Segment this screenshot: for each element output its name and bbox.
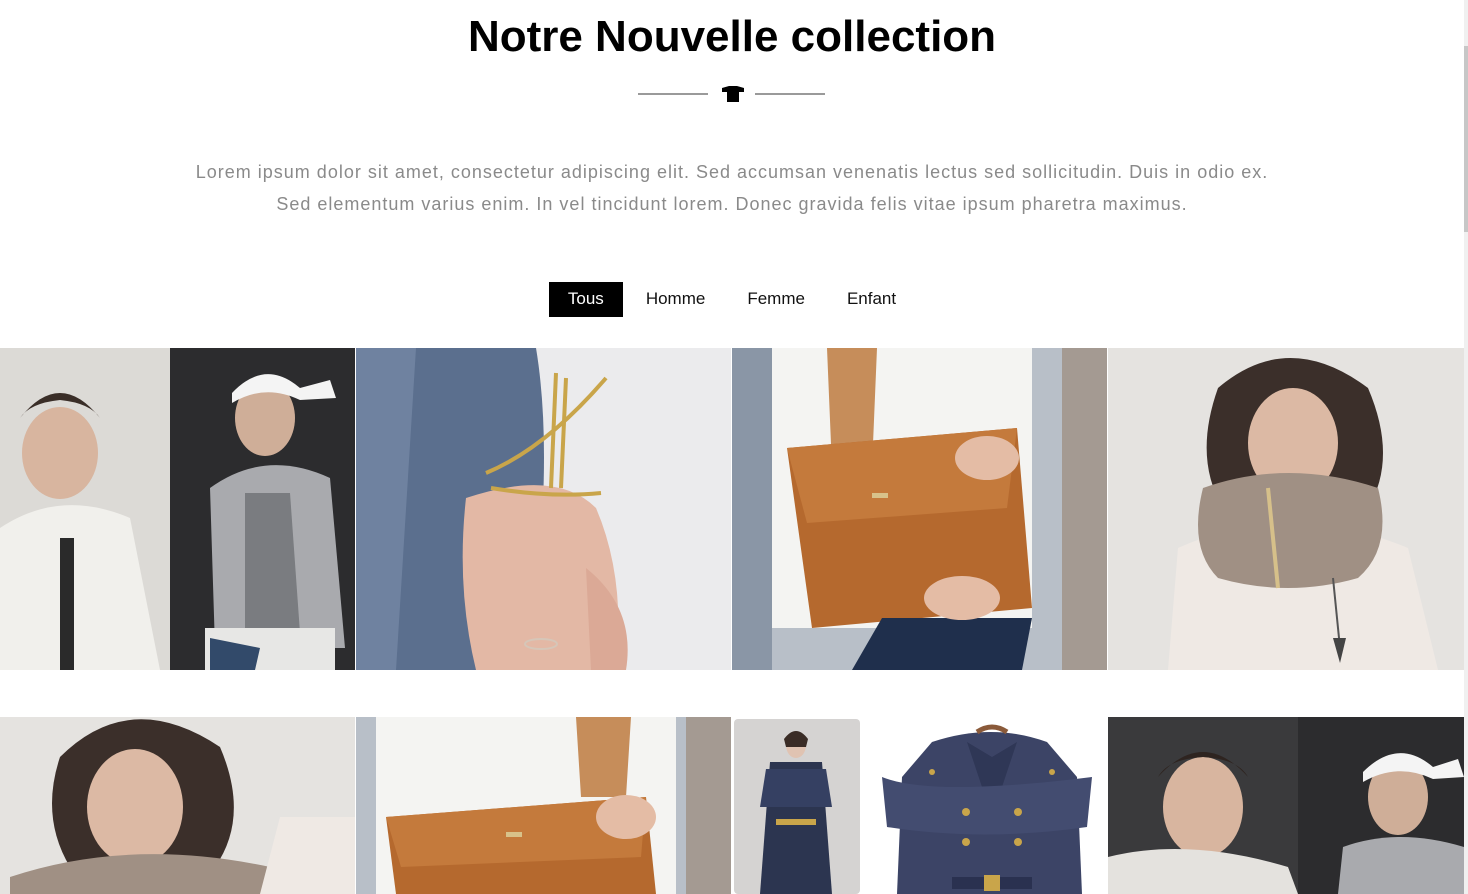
filter-femme[interactable]: Femme (728, 282, 824, 317)
men-jackets-photo (0, 348, 355, 670)
gallery-item-navy-coat[interactable] (732, 717, 1107, 894)
intro-line-2: Sed elementum varius enim. In vel tincid… (276, 194, 1188, 214)
gallery-item-gold-bracelet[interactable] (356, 348, 731, 670)
leather-clutch-photo (356, 717, 731, 894)
page: Notre Nouvelle collection Lorem ipsum do… (0, 0, 1468, 894)
navy-trench-coat-photo (732, 717, 1107, 894)
section-title: Notre Nouvelle collection (467, 12, 997, 61)
men-jackets-photo (1108, 717, 1464, 894)
gallery-item-woman-scarf-2[interactable] (0, 717, 355, 894)
gallery-item-men-jackets[interactable] (0, 348, 355, 670)
tshirt-icon (722, 86, 744, 102)
woman-knit-scarf-photo (0, 717, 355, 894)
intro-line-1: Lorem ipsum dolor sit amet, consectetur … (195, 162, 1269, 182)
filter-homme[interactable]: Homme (627, 282, 725, 317)
title-divider (638, 84, 826, 104)
filter-enfant[interactable]: Enfant (828, 282, 915, 317)
filter-tabs: Tous Homme Femme Enfant (0, 282, 1464, 317)
divider-line-left (638, 93, 708, 95)
leather-clutch-photo (732, 348, 1107, 670)
gallery-item-leather-clutch[interactable] (732, 348, 1107, 670)
intro-text: Lorem ipsum dolor sit amet, consectetur … (0, 156, 1464, 220)
gallery-item-leather-clutch-2[interactable] (356, 717, 731, 894)
gallery-item-men-jackets-2[interactable] (1108, 717, 1464, 894)
gold-bracelet-photo (356, 348, 731, 670)
gallery-item-woman-scarf[interactable] (1108, 348, 1464, 670)
woman-knit-scarf-photo (1108, 348, 1464, 670)
scrollbar-thumb[interactable] (1464, 46, 1468, 232)
divider-line-right (755, 93, 825, 95)
filter-tous[interactable]: Tous (548, 282, 623, 317)
vertical-scrollbar[interactable] (1464, 0, 1468, 894)
